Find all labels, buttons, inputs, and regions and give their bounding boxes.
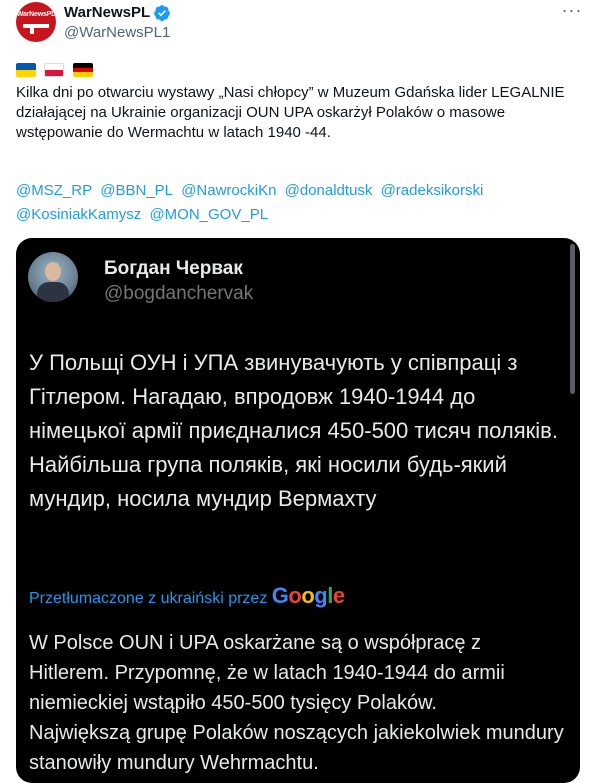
- poland-flag-icon: [44, 63, 65, 77]
- germany-flag-icon: [72, 63, 93, 77]
- ukraine-flag-icon: [16, 63, 36, 77]
- quoted-translated-text: W Polsce OUN i UPA oskarżane są o współp…: [29, 632, 564, 774]
- mention-link[interactable]: @NawrockiKn: [181, 182, 276, 199]
- more-options-icon[interactable]: ···: [560, 1, 584, 22]
- avatar-body: [37, 282, 69, 302]
- google-logo: Google: [271, 583, 345, 608]
- mention-link[interactable]: @radeksikorski: [381, 182, 484, 199]
- rifle-icon: [23, 24, 49, 28]
- translation-attribution: Przetłumaczone z ukraiński przez Google: [29, 583, 345, 609]
- tweet-header: WarNewsPL WarNewsPL @WarNewsPL1 ···: [0, 0, 595, 52]
- quoted-tweet-screenshot[interactable]: Богдан Червак @bogdanchervak У Польщі ОУ…: [16, 238, 580, 783]
- author-handle[interactable]: @WarNewsPL1: [64, 24, 170, 41]
- mention-link[interactable]: @MON_GOV_PL: [149, 206, 268, 223]
- author-avatar[interactable]: WarNewsPL: [16, 2, 56, 42]
- verified-badge-icon: [154, 5, 170, 22]
- mention-link[interactable]: @donaldtusk: [285, 182, 373, 199]
- quoted-author-handle: @bogdanchervak: [104, 283, 254, 304]
- mention-link[interactable]: @BBN_PL: [100, 182, 173, 199]
- rifle-grip-icon: [30, 27, 34, 34]
- avatar-head: [45, 262, 61, 281]
- mentions: @MSZ_RP @BBN_PL @NawrockiKn @donaldtusk …: [16, 179, 586, 227]
- quoted-author-name: Богдан Червак: [104, 258, 243, 279]
- mention-link[interactable]: @KosiniakKamysz: [16, 206, 141, 223]
- tweet-text: Kilka dni po otwarciu wystawy „Nasi chło…: [16, 84, 569, 141]
- quoted-original-text: У Польщі ОУН і УПА звинувачують у співпр…: [29, 350, 558, 511]
- scrollbar: [570, 244, 575, 394]
- avatar-logo-text: WarNewsPL: [16, 11, 56, 18]
- translated-label: Przetłumaczone z ukraiński przez: [29, 590, 268, 607]
- author-display-name[interactable]: WarNewsPL: [64, 4, 150, 21]
- flags-row: [16, 63, 97, 77]
- mention-link[interactable]: @MSZ_RP: [16, 182, 92, 199]
- quoted-author-avatar: [28, 252, 78, 302]
